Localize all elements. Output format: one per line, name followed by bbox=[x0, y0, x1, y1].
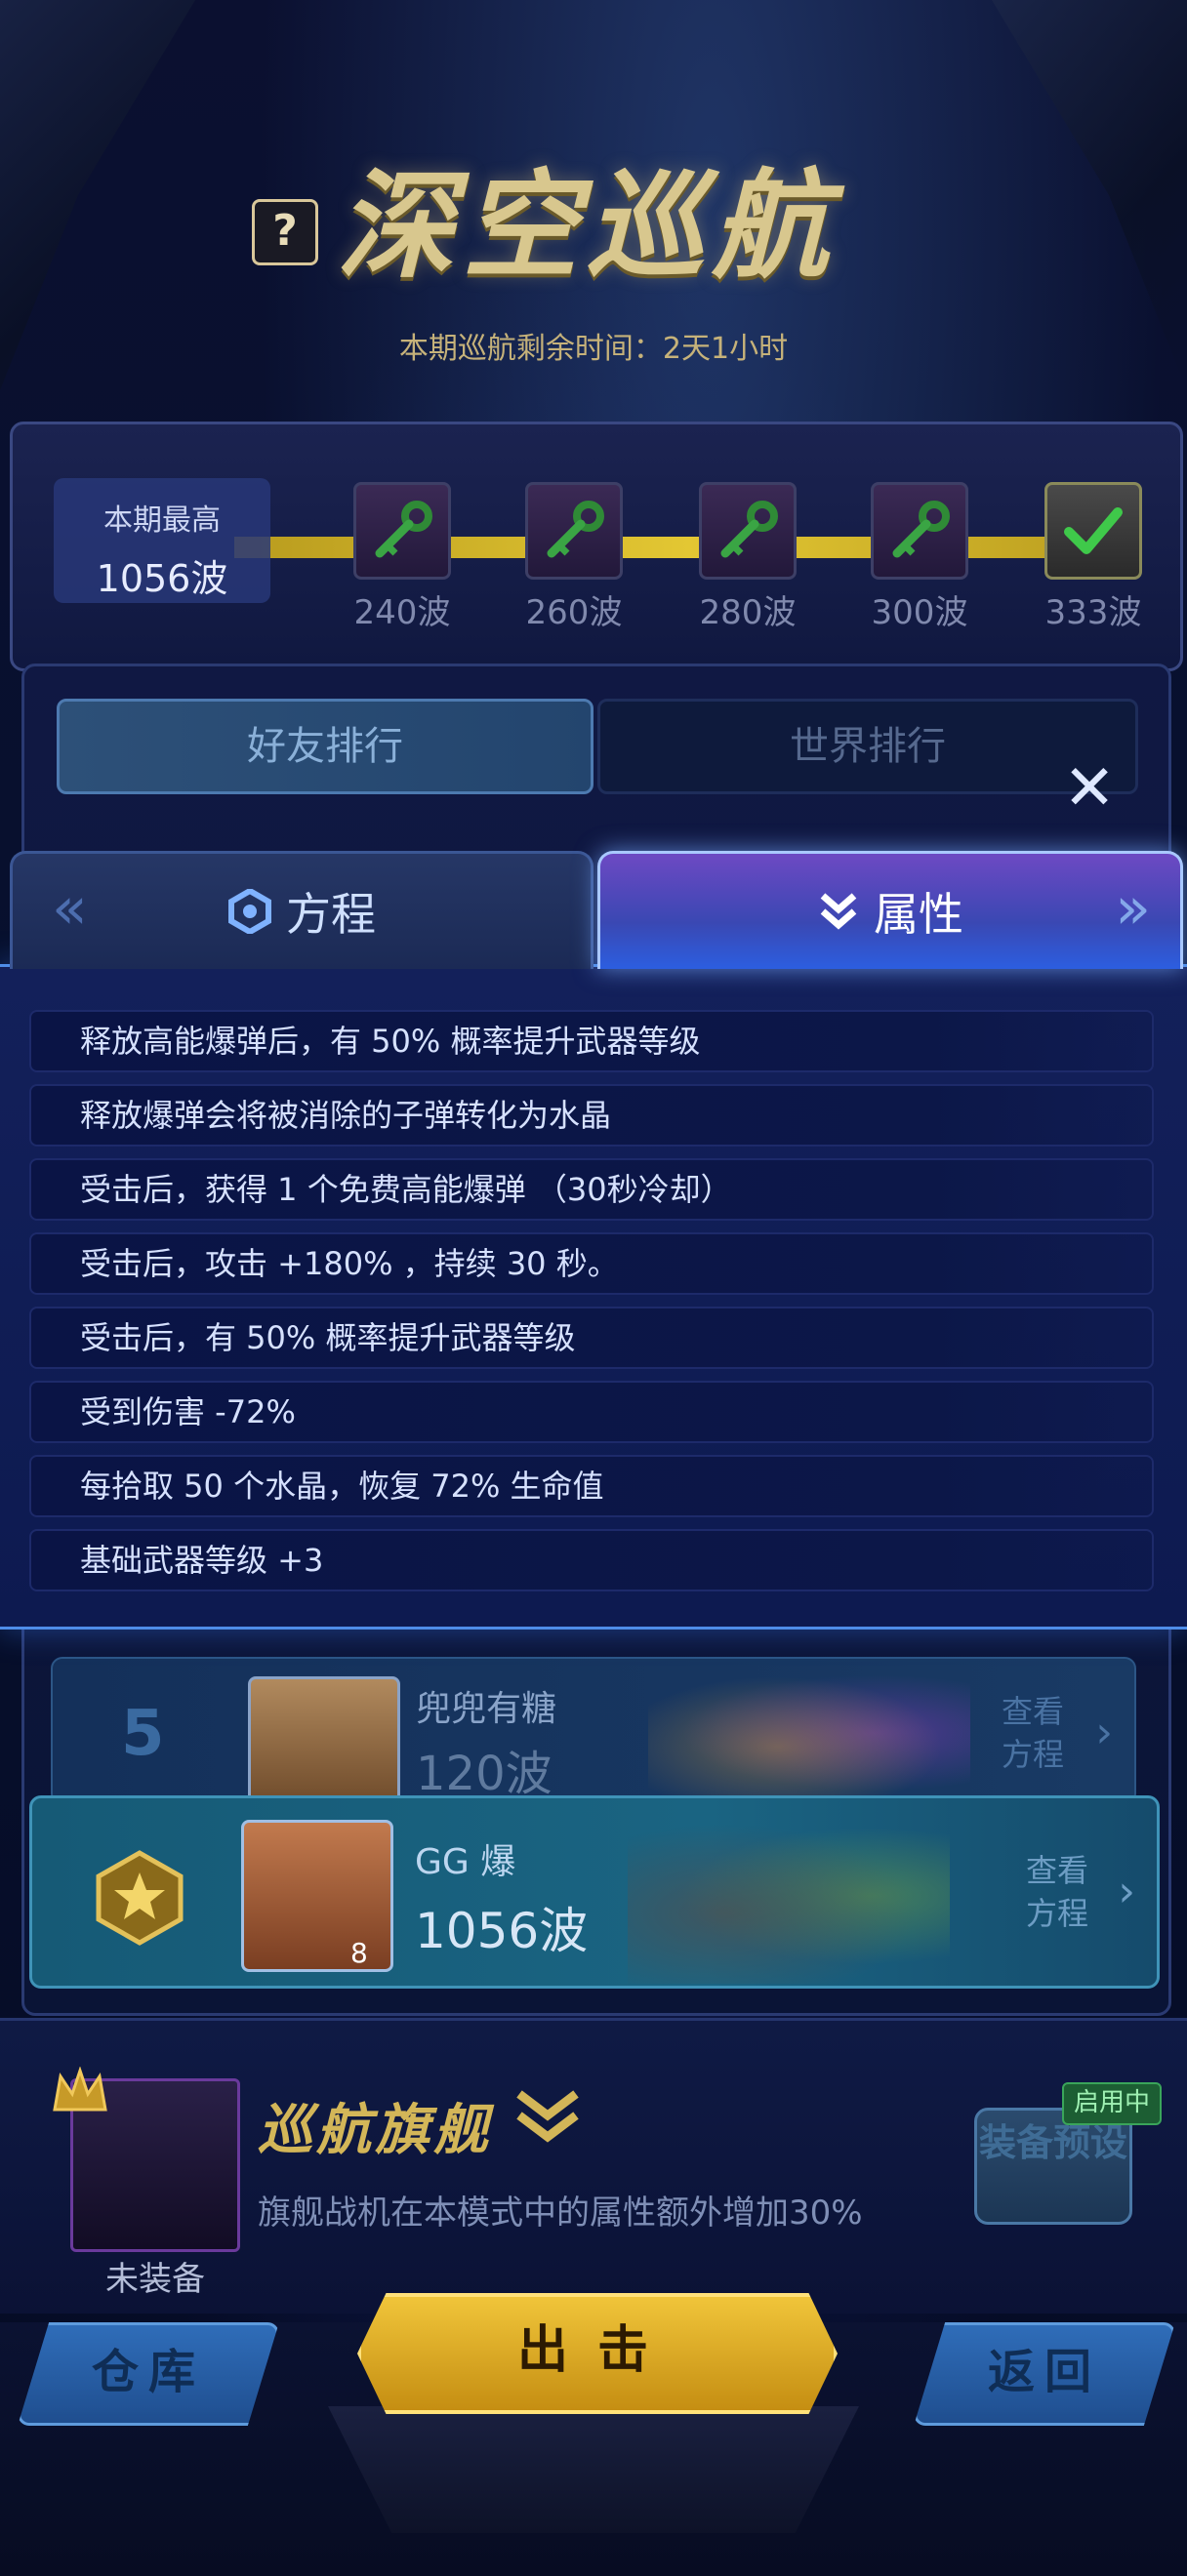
page-title: 深空巡航 bbox=[337, 159, 837, 295]
back-button[interactable]: 返回 bbox=[914, 2322, 1175, 2426]
key-icon bbox=[525, 482, 623, 580]
best-record-label: 本期最高 bbox=[103, 503, 221, 538]
attribute-row: 释放高能爆弹后，有 50% 概率提升武器等级 bbox=[29, 1010, 1154, 1072]
player-name: 兜兜有糖 bbox=[416, 1689, 557, 1729]
rank-chevron-icon bbox=[516, 2090, 579, 2143]
warehouse-button[interactable]: 仓库 bbox=[18, 2322, 279, 2426]
avatar bbox=[248, 1676, 400, 1809]
player-waves: 120波 bbox=[416, 1747, 553, 1801]
tab-formula-label: 方程 bbox=[286, 888, 376, 941]
milestone-label: 240波 bbox=[353, 593, 451, 632]
attribute-row: 基础武器等级 +3 bbox=[29, 1529, 1154, 1591]
player-waves: 1056波 bbox=[415, 1903, 589, 1959]
help-button[interactable]: ? bbox=[252, 199, 318, 265]
tab-friends-ranking[interactable]: 好友排行 bbox=[57, 699, 594, 794]
best-record-box: 本期最高 1056波 bbox=[54, 478, 270, 603]
avatar bbox=[241, 1820, 393, 1972]
attribute-row: 受击后，有 50% 概率提升武器等级 bbox=[29, 1307, 1154, 1369]
milestone-240[interactable]: 240波 bbox=[353, 482, 451, 633]
tab-attributes[interactable]: 属性 » bbox=[597, 851, 1183, 969]
hero-image bbox=[648, 1665, 970, 1801]
tab-formula[interactable]: « 方程 bbox=[10, 851, 594, 969]
rank-number: 5 bbox=[121, 1698, 165, 1770]
best-record-value: 1056波 bbox=[96, 557, 228, 600]
flagship-description: 旗舰战机在本模式中的属性额外增加30% bbox=[258, 2194, 863, 2233]
flagship-title: 巡航旗舰 bbox=[258, 2099, 492, 2162]
tab-world-ranking[interactable]: 世界排行 bbox=[597, 699, 1138, 794]
milestone-label: 280波 bbox=[699, 593, 797, 632]
level-badge: 8 bbox=[350, 1937, 368, 1969]
self-ranking-row[interactable]: 8 GG 爆 1056波 查看方程 › bbox=[29, 1795, 1160, 1989]
key-icon bbox=[699, 482, 797, 580]
view-formula-button[interactable]: 查看方程 bbox=[994, 1690, 1072, 1776]
attributes-panel: 释放高能爆弹后，有 50% 概率提升武器等级 释放爆弹会将被消除的子弹转化为水晶… bbox=[0, 964, 1187, 1630]
milestone-280[interactable]: 280波 bbox=[699, 482, 797, 633]
milestone-label: 333波 bbox=[1044, 593, 1142, 632]
attack-button-base bbox=[328, 2406, 859, 2533]
checkmark-icon bbox=[1044, 482, 1142, 580]
milestone-label: 300波 bbox=[871, 593, 968, 632]
flagship-status: 未装备 bbox=[105, 2260, 205, 2299]
milestone-260[interactable]: 260波 bbox=[525, 482, 623, 633]
milestone-300[interactable]: 300波 bbox=[871, 482, 968, 633]
chevron-right-icon: › bbox=[1095, 1708, 1113, 1757]
attribute-row: 每拾取 50 个水晶，恢复 72% 生命值 bbox=[29, 1455, 1154, 1517]
hero-image bbox=[628, 1808, 950, 1984]
close-icon[interactable]: ✕ bbox=[1058, 757, 1121, 820]
hexagon-icon bbox=[228, 889, 271, 934]
view-formula-button[interactable]: 查看方程 bbox=[1018, 1849, 1096, 1935]
equip-preset-button[interactable]: 装备预设 bbox=[974, 2108, 1132, 2225]
key-icon bbox=[871, 482, 968, 580]
attribute-row: 释放爆弹会将被消除的子弹转化为水晶 bbox=[29, 1084, 1154, 1147]
attribute-row: 受击后，获得 1 个免费高能爆弹 （30秒冷却） bbox=[29, 1158, 1154, 1221]
attribute-row: 受击后，攻击 +180% ，持续 30 秒。 bbox=[29, 1232, 1154, 1295]
chevron-left-icon: « bbox=[52, 874, 88, 943]
chevron-right-icon: » bbox=[1115, 874, 1151, 943]
crown-icon bbox=[53, 2067, 107, 2112]
attribute-row: 受到伤害 -72% bbox=[29, 1381, 1154, 1443]
player-name: GG 爆 bbox=[415, 1842, 516, 1882]
key-icon bbox=[353, 482, 451, 580]
popup-tabs: « 方程 属性 » bbox=[0, 851, 1187, 969]
milestone-label: 260波 bbox=[525, 593, 623, 632]
enabled-badge: 启用中 bbox=[1062, 2082, 1162, 2125]
ranking-row[interactable]: 5 兜兜有糖 120波 查看方程 › bbox=[51, 1657, 1136, 1809]
chevron-right-icon: › bbox=[1118, 1867, 1135, 1916]
tab-attributes-label: 属性 bbox=[874, 888, 963, 941]
attack-button[interactable]: 出击 bbox=[357, 2293, 838, 2414]
remaining-time: 本期巡航剩余时间：2天1小时 bbox=[398, 332, 789, 366]
star-medal-icon bbox=[96, 1850, 184, 1946]
double-chevron-down-icon bbox=[820, 893, 857, 930]
milestone-333[interactable]: 333波 bbox=[1044, 482, 1142, 633]
